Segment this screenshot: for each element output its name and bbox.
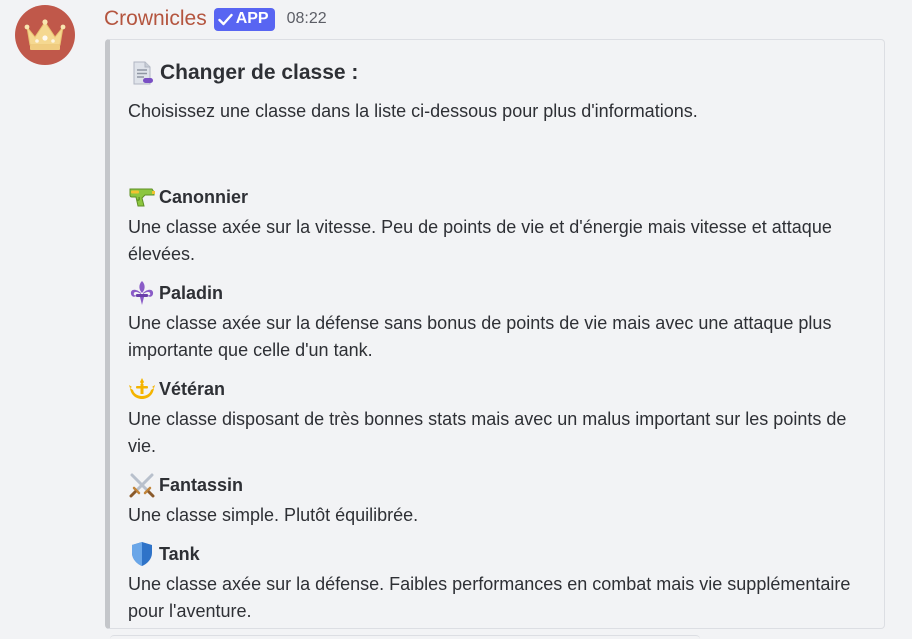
field-name-row: Paladin: [128, 280, 868, 306]
embed-card: Changer de classe : Choisissez une class…: [105, 39, 885, 629]
embed-description: Choisissez une classe dans la liste ci-d…: [128, 101, 698, 121]
class-field-fantassin: Fantassin Une classe simple. Plutôt équi…: [128, 472, 868, 529]
trident-emblem-icon: [128, 376, 156, 402]
username[interactable]: Crownicles: [104, 7, 207, 31]
field-value: Une classe axée sur la vitesse. Peu de p…: [128, 217, 832, 264]
class-field-veteran: Vétéran Une classe disposant de très bon…: [128, 376, 868, 460]
field-name: Paladin: [159, 282, 224, 303]
timestamp[interactable]: 08:22: [287, 10, 327, 28]
crossed-swords-icon: [128, 472, 156, 498]
field-value: Une classe axée sur la défense. Faibles …: [128, 574, 851, 621]
field-value: Une classe axée sur la défense sans bonu…: [128, 313, 832, 360]
crown-icon: [24, 19, 66, 50]
app-badge-label: APP: [235, 10, 269, 27]
avatar[interactable]: [15, 5, 75, 65]
embed-title-row: Changer de classe :: [128, 58, 868, 88]
field-name: Tank: [159, 543, 200, 564]
water-gun-icon: [128, 184, 156, 210]
field-name: Canonnier: [159, 186, 249, 207]
class-field-canonnier: Canonnier Une classe axée sur la vitesse…: [128, 184, 868, 268]
field-name-row: Vétéran: [128, 376, 868, 402]
next-component-edge: [110, 635, 700, 639]
class-field-paladin: Paladin Une classe axée sur la défense s…: [128, 280, 868, 364]
field-name-row: Tank: [128, 541, 868, 567]
field-name: Fantassin: [159, 474, 244, 495]
field-name-row: Canonnier: [128, 184, 868, 210]
shield-icon: [128, 541, 156, 567]
bot-message: Crownicles APP 08:22 Changer de classe:…: [0, 0, 912, 639]
field-value: Une classe simple. Plutôt équilibrée.: [128, 505, 419, 525]
embed-content: Changer de classe : Choisissez une class…: [128, 58, 868, 621]
embed-title: Changer de classe :: [160, 61, 359, 84]
field-name-row: Fantassin: [128, 472, 868, 498]
app-badge: APP: [213, 7, 275, 31]
checkmark-icon: [218, 13, 233, 25]
field-name: Vétéran: [159, 378, 226, 399]
class-field-tank: Tank Une classe axée sur la défense. Fai…: [128, 541, 868, 625]
fleur-de-lis-icon: [128, 280, 156, 306]
message-header: Crownicles APP 08:22: [104, 5, 327, 33]
field-value: Une classe disposant de très bonnes stat…: [128, 409, 847, 456]
document-icon: [128, 60, 156, 86]
